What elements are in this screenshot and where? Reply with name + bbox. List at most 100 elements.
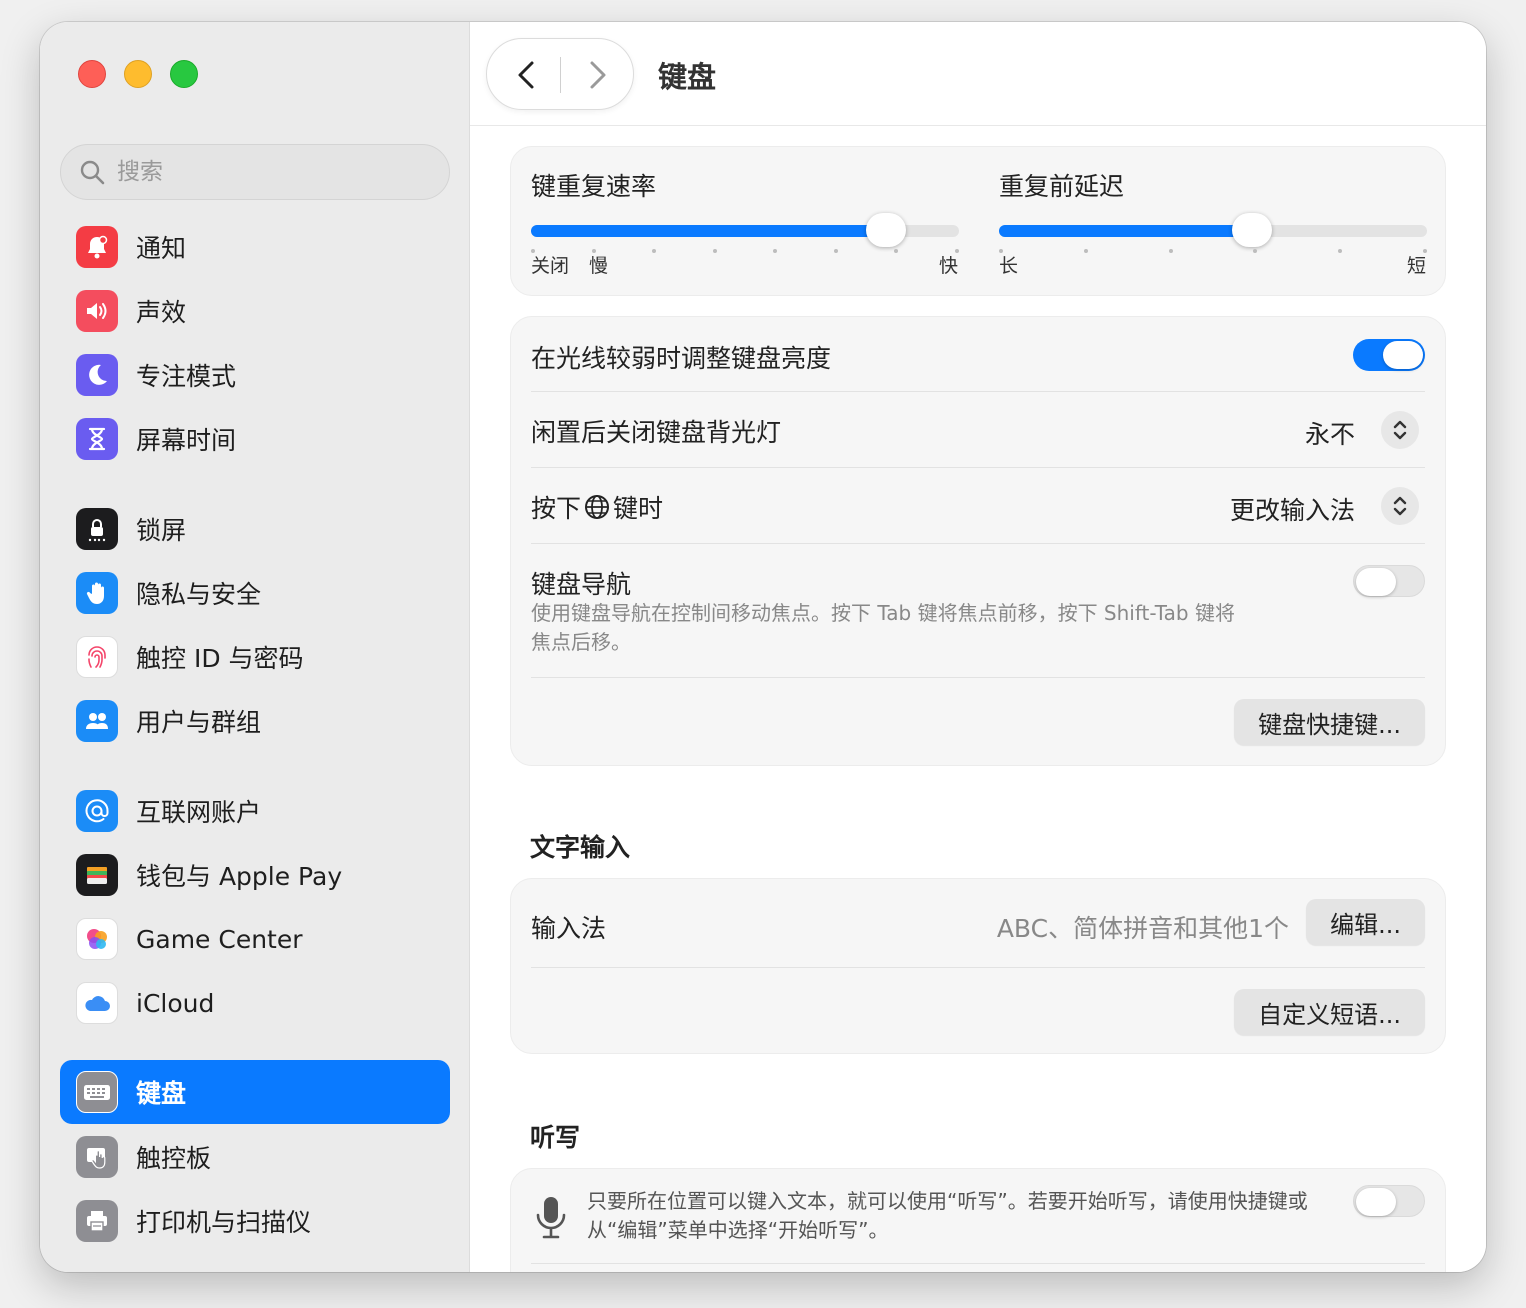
keyboard-navigation-desc: 使用键盘导航在控制间移动焦点。按下 Tab 键将焦点前移，按下 Shift-Ta… <box>531 601 1235 654</box>
slider-knob[interactable] <box>1232 213 1272 247</box>
sidebar-item-notifications[interactable]: 通知 <box>60 216 450 278</box>
lock-icon <box>76 508 118 550</box>
cloud-icon <box>76 982 118 1024</box>
text-input-section-title: 文字输入 <box>530 833 631 862</box>
printer-icon <box>76 1200 118 1242</box>
at-icon <box>76 790 118 832</box>
globe-popup-value[interactable]: 更改输入法 <box>1230 491 1355 527</box>
backlight-popup[interactable] <box>1381 411 1419 449</box>
sidebar-item-label: 钱包与 Apple Pay <box>136 862 343 891</box>
dictation-desc: 只要所在位置可以键入文本，就可以使用“听写”。若要开始听写，请使用快捷键或从“编… <box>587 1189 1308 1242</box>
sidebar-item-lock-screen[interactable]: 锁屏 <box>60 498 450 560</box>
sidebar-item-privacy[interactable]: 隐私与安全 <box>60 562 450 624</box>
slider-knob[interactable] <box>866 213 906 247</box>
zoom-window-button[interactable] <box>170 60 198 88</box>
slider-fill <box>531 225 886 237</box>
divider <box>531 677 1425 678</box>
game-center-icon <box>76 918 118 960</box>
repeat-delay-title: 重复前延迟 <box>999 172 1125 201</box>
sidebar-item-label: iCloud <box>136 988 215 1018</box>
sidebar-item-label: 用户与群组 <box>136 708 262 737</box>
globe-popup[interactable] <box>1381 487 1419 525</box>
brightness-toggle[interactable] <box>1353 339 1425 371</box>
dictation-toggle[interactable] <box>1353 1185 1425 1217</box>
input-sources-label: 输入法 <box>531 914 607 943</box>
wallet-icon <box>76 854 118 896</box>
moon-icon <box>76 354 118 396</box>
sidebar-item-icloud[interactable]: iCloud <box>60 972 450 1034</box>
sidebar-item-users[interactable]: 用户与群组 <box>60 690 450 752</box>
slider-tick <box>1169 249 1173 253</box>
key-repeat-rate-title: 键重复速率 <box>531 172 657 201</box>
input-sources-value: ABC、简体拼音和其他1个 <box>996 914 1289 943</box>
sidebar-item-printers[interactable]: 打印机与扫描仪 <box>60 1190 450 1252</box>
key-repeat-rate-slider[interactable] <box>531 213 959 253</box>
globe-label-before: 按下 <box>531 494 582 523</box>
key-repeat-card: 键重复速率 关闭 慢 快 重复前延迟 长 短 <box>510 146 1446 296</box>
rate-label-slow: 慢 <box>589 255 609 277</box>
divider <box>531 467 1425 468</box>
keyboard-icon <box>76 1071 118 1113</box>
chevron-up-down-icon <box>1393 420 1407 440</box>
divider <box>531 967 1425 968</box>
sidebar-item-keyboard[interactable]: 键盘 <box>60 1060 450 1124</box>
speaker-icon <box>76 290 118 332</box>
delay-label-long: 长 <box>999 255 1019 277</box>
slider-tick <box>834 249 838 253</box>
search-field[interactable] <box>60 144 450 200</box>
search-icon <box>80 160 105 185</box>
sidebar-item-label: 专注模式 <box>136 362 237 391</box>
history-nav <box>486 38 634 110</box>
sidebar-item-game-center[interactable]: Game Center <box>60 908 450 970</box>
sidebar-item-label: Game Center <box>136 924 303 954</box>
minimize-window-button[interactable] <box>124 60 152 88</box>
chevron-left-icon[interactable] <box>509 57 545 93</box>
toggle-knob <box>1356 1188 1396 1216</box>
keyboard-shortcuts-button[interactable]: 键盘快捷键... <box>1234 699 1425 745</box>
close-window-button[interactable] <box>78 60 106 88</box>
sidebar-item-focus[interactable]: 专注模式 <box>60 344 450 406</box>
backlight-label: 闲置后关闭键盘背光灯 <box>531 418 782 447</box>
sidebar-item-touch-id[interactable]: 触控 ID 与密码 <box>60 626 450 688</box>
bell-icon <box>76 226 118 268</box>
users-icon <box>76 700 118 742</box>
keyboard-navigation-label: 键盘导航 <box>531 570 632 599</box>
sidebar-item-internet-accounts[interactable]: 互联网账户 <box>60 780 450 842</box>
sidebar-item-trackpad[interactable]: 触控板 <box>60 1126 450 1188</box>
search-input[interactable] <box>117 159 437 185</box>
sidebar-item-label: 锁屏 <box>136 516 187 545</box>
hourglass-icon <box>76 418 118 460</box>
keyboard-navigation-toggle[interactable] <box>1353 565 1425 597</box>
divider <box>531 391 1425 392</box>
fingerprint-icon <box>76 636 118 678</box>
page-title: 键盘 <box>658 60 717 94</box>
delay-label-short: 短 <box>1407 255 1427 277</box>
globe-icon <box>585 495 610 519</box>
backlight-popup-value[interactable]: 永不 <box>1305 415 1355 451</box>
edit-input-sources-button[interactable]: 编辑... <box>1306 899 1425 945</box>
divider <box>531 1263 1425 1264</box>
slider-tick <box>1253 249 1257 253</box>
dictation-section-title: 听写 <box>530 1123 581 1152</box>
sidebar-item-sound[interactable]: 声效 <box>60 280 450 342</box>
sidebar-item-label: 触控板 <box>136 1144 212 1173</box>
globe-key-label: 按下 键时 <box>531 489 663 525</box>
sidebar-item-label: 键盘 <box>136 1079 187 1108</box>
text-replacements-button[interactable]: 自定义短语... <box>1234 989 1425 1035</box>
hand-icon <box>76 572 118 614</box>
slider-tick <box>894 249 898 253</box>
sidebar-item-screen-time[interactable]: 屏幕时间 <box>60 408 450 470</box>
sidebar-item-label: 触控 ID 与密码 <box>136 644 304 673</box>
chevron-right-icon[interactable] <box>579 57 615 93</box>
sidebar-item-label: 声效 <box>136 298 187 327</box>
chevron-up-down-icon <box>1393 496 1407 516</box>
rate-label-off: 关闭 <box>531 255 570 277</box>
rate-label-fast: 快 <box>939 255 959 277</box>
repeat-delay-slider[interactable] <box>999 213 1427 253</box>
toggle-knob <box>1356 568 1396 596</box>
slider-tick <box>652 249 656 253</box>
divider <box>531 543 1425 544</box>
trackpad-icon <box>76 1136 118 1178</box>
slider-tick <box>1338 249 1342 253</box>
sidebar-item-wallet[interactable]: 钱包与 Apple Pay <box>60 844 450 906</box>
